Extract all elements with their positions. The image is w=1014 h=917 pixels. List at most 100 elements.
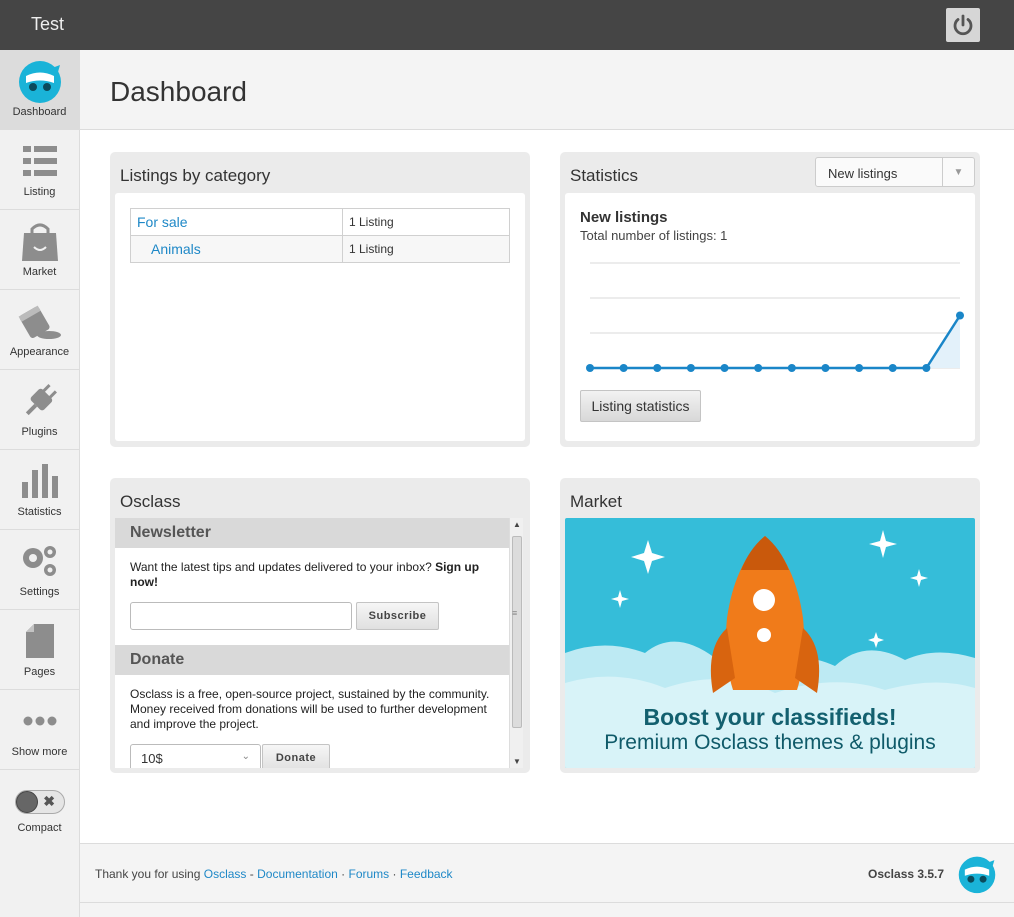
chart-series-line — [590, 314, 962, 370]
chart-point[interactable] — [686, 364, 695, 372]
select-value: New listings — [828, 166, 898, 181]
osclass-logo-icon — [18, 61, 61, 103]
sidebar-item-dashboard[interactable]: Dashboard — [0, 50, 79, 130]
grip-icon: ≡ — [512, 608, 518, 618]
top-bar: Test — [0, 0, 1014, 50]
footer-sep: · — [337, 867, 349, 881]
panel-title: Listings by category — [120, 166, 271, 185]
donate-title: Donate — [130, 651, 185, 668]
sidebar-item-label: Show more — [11, 746, 68, 758]
newsletter-text: Want the latest tips and updates deliver… — [130, 560, 500, 590]
chart-point[interactable] — [855, 364, 864, 372]
footer-sep: · — [389, 867, 400, 881]
chart-point[interactable] — [754, 364, 763, 372]
panel-title: Market — [570, 492, 622, 511]
page-header: Dashboard — [80, 50, 1014, 130]
compact-toggle[interactable]: ✖ — [15, 790, 65, 814]
table-row: Animals 1 Listing — [130, 235, 510, 263]
footer-text: Thank you for using Osclass - Documentat… — [95, 867, 453, 881]
chart-point[interactable] — [821, 364, 830, 372]
documentation-link[interactable]: Documentation — [257, 867, 338, 881]
category-table: For sale 1 Listing Animals 1 Listing — [130, 208, 510, 263]
scroll-up-icon[interactable]: ▲ — [513, 520, 521, 529]
osclass-panel: Osclass Newsletter Want the latest tips … — [110, 478, 530, 773]
sidebar-item-plugins[interactable]: Plugins — [0, 370, 79, 450]
version-label: Osclass 3.5.7 — [868, 867, 945, 881]
banner-headline: Boost your classifieds! — [643, 704, 897, 730]
osclass-scroll-area[interactable]: Newsletter Want the latest tips and upda… — [115, 518, 523, 768]
chart-point[interactable] — [922, 364, 931, 372]
sidebar-item-label: Plugins — [21, 426, 58, 438]
footer: Thank you for using Osclass - Documentat… — [80, 843, 1014, 903]
sidebar-item-label: Pages — [23, 666, 56, 678]
chart-point[interactable] — [787, 364, 796, 372]
listing-statistics-button[interactable]: Listing statistics — [580, 390, 701, 422]
osclass-link[interactable]: Osclass — [204, 867, 247, 881]
subscribe-button[interactable]: Subscribe — [356, 602, 439, 630]
sidebar-item-listing[interactable]: Listing — [0, 130, 79, 210]
chart-point[interactable] — [888, 364, 897, 372]
gears-icon — [22, 546, 56, 576]
market-panel: Market Boost your classifieds! Premium O… — [560, 478, 980, 773]
page-title: Dashboard — [110, 76, 247, 107]
market-banner[interactable]: Boost your classifieds! Premium Osclass … — [565, 518, 975, 768]
sidebar-item-label: Settings — [19, 586, 60, 598]
chevron-down-icon: ▼ — [942, 158, 974, 186]
donate-amount-select[interactable]: 10$ ⌄ — [130, 744, 261, 768]
category-link[interactable]: Animals — [130, 235, 343, 263]
site-title[interactable]: Test — [31, 14, 64, 35]
toggle-knob — [16, 791, 38, 813]
scroll-down-icon[interactable]: ▼ — [513, 757, 521, 766]
scrollbar-thumb[interactable] — [512, 536, 522, 728]
power-icon — [953, 14, 973, 36]
plug-icon — [25, 384, 57, 416]
donate-header: Donate — [115, 645, 509, 675]
sidebar-item-label: Listing — [23, 186, 56, 198]
chart-point[interactable] — [653, 364, 662, 372]
scrollbar[interactable]: ▲ ≡ ▼ — [509, 518, 523, 768]
chart-point[interactable] — [720, 364, 729, 372]
category-link[interactable]: For sale — [130, 208, 343, 236]
close-icon: ✖ — [43, 793, 55, 809]
sidebar-item-market[interactable]: Market — [0, 210, 79, 290]
newsletter-email-input[interactable] — [130, 602, 352, 630]
newsletter-text-body: Want the latest tips and updates deliver… — [130, 560, 432, 574]
listing-count: 1 Listing — [342, 235, 510, 263]
sidebar-item-label: Statistics — [17, 506, 62, 518]
listings-panel: Listings by category For sale 1 Listing … — [110, 152, 530, 447]
chart-point[interactable] — [619, 364, 628, 372]
footer-logo[interactable] — [955, 854, 999, 897]
stats-subheading: Total number of listings: 1 — [580, 228, 728, 243]
newsletter-header: Newsletter — [115, 518, 509, 548]
newsletter-title: Newsletter — [130, 524, 211, 541]
footer-thanks: Thank you for using — [95, 867, 201, 881]
panel-title: Osclass — [120, 492, 181, 511]
feedback-link[interactable]: Feedback — [400, 867, 453, 881]
banner-subline: Premium Osclass themes & plugins — [604, 731, 936, 754]
donate-button[interactable]: Donate — [262, 744, 330, 768]
sidebar-item-statistics[interactable]: Statistics — [0, 450, 79, 530]
forums-link[interactable]: Forums — [349, 867, 390, 881]
listings-chart — [586, 262, 964, 372]
statistics-panel: Statistics New listings ▼ New listings T… — [560, 152, 980, 447]
chart-point[interactable] — [586, 364, 594, 372]
compact-toggle-area: ✖ Compact — [0, 770, 79, 840]
table-row: For sale 1 Listing — [130, 208, 510, 236]
panel-body: New listings Total number of listings: 1… — [565, 193, 975, 441]
dots-icon — [23, 716, 56, 726]
power-button[interactable] — [946, 8, 980, 42]
list-icon — [22, 146, 57, 176]
panel-title: Statistics — [570, 166, 639, 185]
bar-chart-icon — [21, 464, 58, 498]
sidebar-item-label: Dashboard — [12, 106, 67, 118]
chart-point[interactable] — [956, 311, 964, 320]
stats-type-select[interactable]: New listings ▼ — [815, 157, 975, 187]
sidebar-item-appearance[interactable]: Appearance — [0, 290, 79, 370]
compact-label: Compact — [17, 822, 62, 834]
sidebar-item-show-more[interactable]: Show more — [0, 690, 79, 770]
sidebar: Dashboard Listing Market Appearance Plug… — [0, 50, 80, 917]
sidebar-item-pages[interactable]: Pages — [0, 610, 79, 690]
shopping-bag-icon — [21, 223, 58, 261]
sidebar-item-settings[interactable]: Settings — [0, 530, 79, 610]
dashboard-content: Listings by category For sale 1 Listing … — [80, 130, 1014, 843]
